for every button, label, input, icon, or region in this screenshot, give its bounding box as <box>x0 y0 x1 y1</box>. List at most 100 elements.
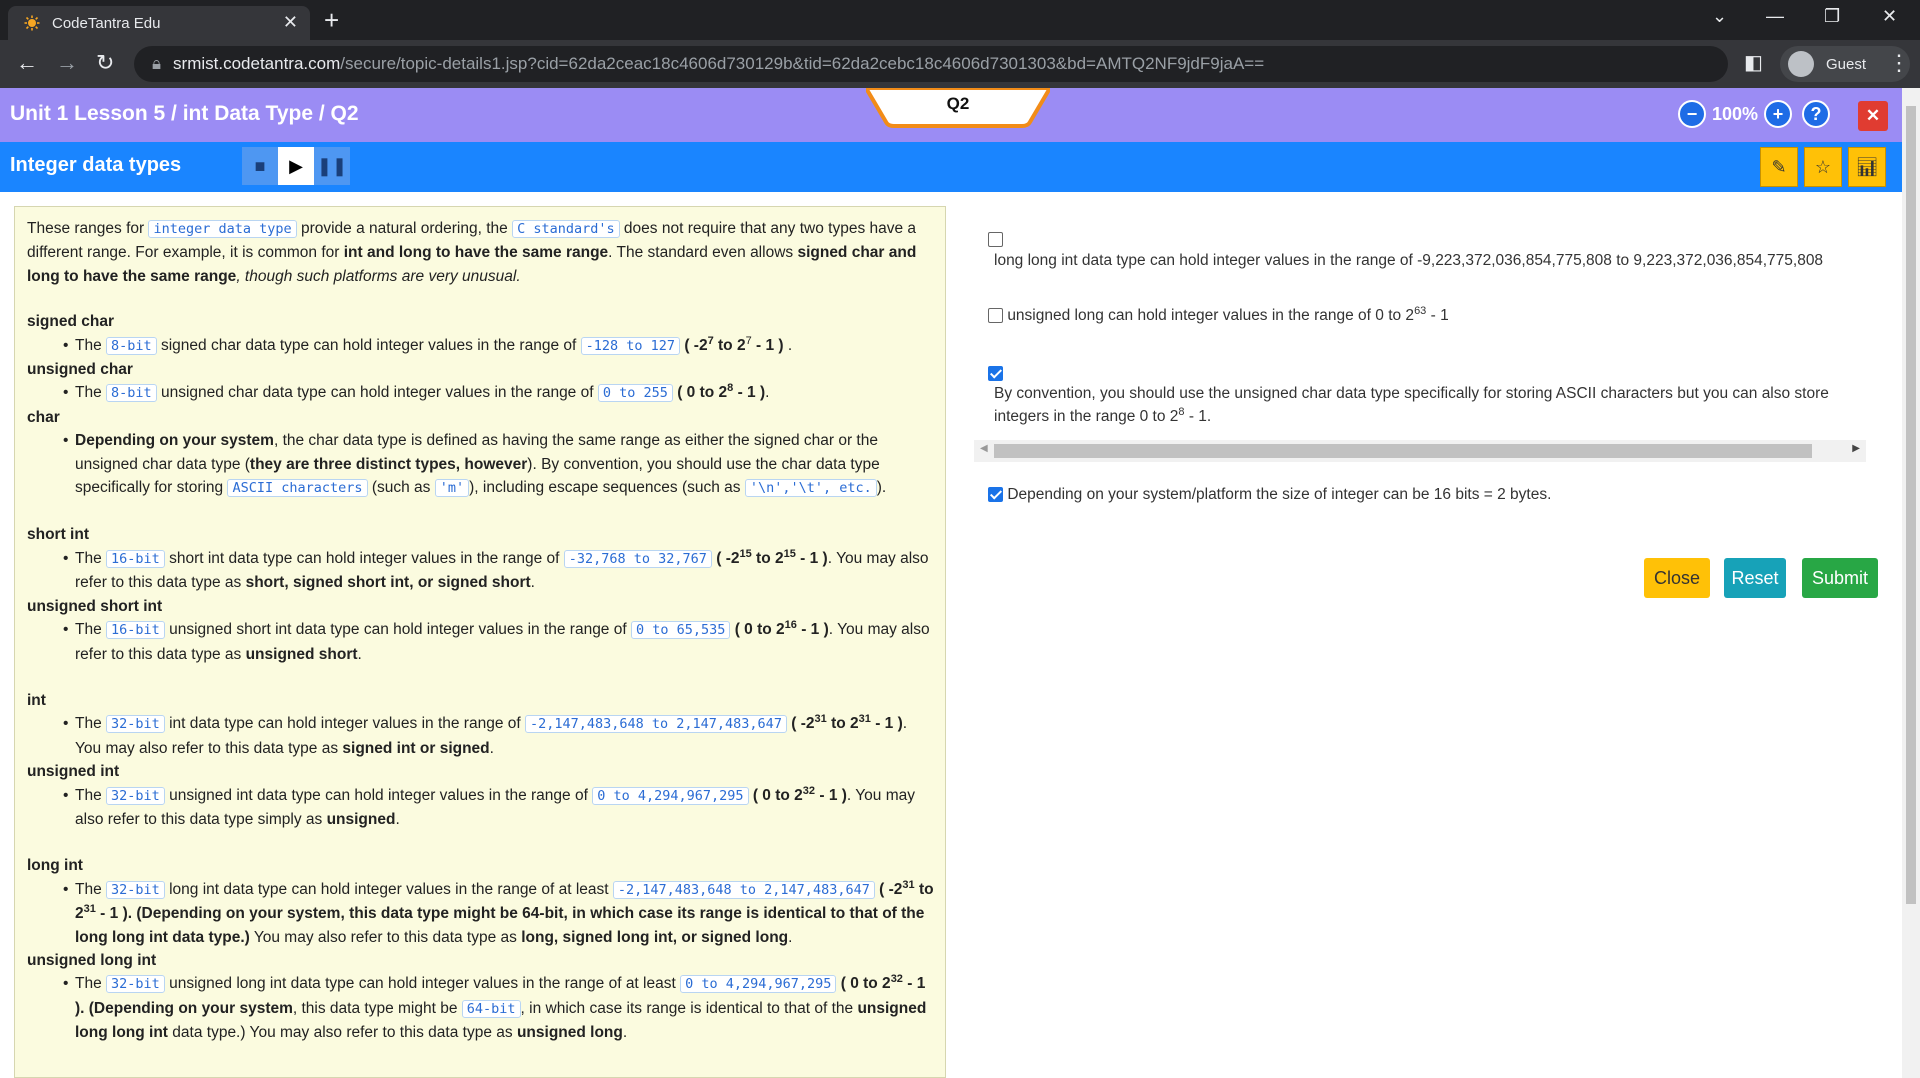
back-icon[interactable]: ← <box>16 50 38 76</box>
code-term: -2,147,483,648 to 2,147,483,647 <box>612 880 875 899</box>
code-term: 'm' <box>434 479 470 498</box>
list-item: The 32-bit long int data type can hold i… <box>63 878 935 949</box>
horizontal-scrollbar[interactable]: ◀ ▶ <box>974 440 1866 462</box>
bold-text: ( -2 <box>786 715 815 733</box>
zoom-level: 100% <box>1712 103 1759 124</box>
url-host: srmist.codetantra.com <box>173 54 341 73</box>
browser-tab[interactable]: CodeTantra Edu ✕ <box>8 6 310 40</box>
bold-text: unsigned short <box>245 645 358 663</box>
list-item: The 32-bit int data type can hold intege… <box>63 712 935 760</box>
option-2[interactable]: unsigned long can hold integer values in… <box>988 304 1888 327</box>
heading-char: char <box>27 408 60 426</box>
text: . <box>788 928 793 946</box>
bold-text: they are three distinct types, however <box>249 455 528 473</box>
side-panel-icon[interactable]: ◧ <box>1744 50 1763 75</box>
bold-text: - 1 ) <box>815 786 847 804</box>
heading-short-int: short int <box>27 526 89 544</box>
list: The 8-bit signed char data type can hold… <box>27 334 935 358</box>
vertical-scrollbar-thumb[interactable] <box>1906 106 1916 904</box>
list-item: The 16-bit short int data type can hold … <box>63 547 935 595</box>
heading-int: int <box>27 691 46 709</box>
text: . <box>489 739 494 757</box>
code-term: 8-bit <box>106 336 157 355</box>
zoom-controls: − 100% + ? <box>1678 100 1831 128</box>
checkbox-unchecked[interactable] <box>988 232 1003 248</box>
pause-icon[interactable]: ❚❚ <box>314 147 350 185</box>
text: ). <box>876 479 887 497</box>
reset-button[interactable]: Reset <box>1724 558 1786 598</box>
submit-button[interactable]: Submit <box>1802 558 1878 598</box>
browser-menu-icon[interactable]: ⋮ <box>1888 50 1910 76</box>
play-icon[interactable]: ▶ <box>278 147 314 185</box>
restore-icon[interactable]: ❐ <box>1824 6 1840 27</box>
bold-text: ( 0 to 2 <box>672 384 728 402</box>
option-4[interactable]: Depending on your system/platform the si… <box>988 483 1888 506</box>
bold-text: ( 0 to 2 <box>748 786 803 804</box>
stop-icon[interactable]: ■ <box>242 147 278 185</box>
minimize-icon[interactable]: — <box>1766 6 1784 27</box>
heading-unsigned-long-int: unsigned long int <box>27 951 157 969</box>
question-tab[interactable]: Q2 <box>866 88 1050 128</box>
forward-icon[interactable]: → <box>56 50 78 76</box>
code-term: -32,768 to 32,767 <box>563 549 712 568</box>
scroll-right-icon[interactable]: ▶ <box>1852 443 1860 454</box>
help-icon[interactable]: ? <box>1802 100 1831 128</box>
option-3-label-block: By convention, you should use the unsign… <box>994 382 1844 428</box>
new-tab-icon[interactable]: + <box>324 6 339 34</box>
list: Depending on your system, the char data … <box>27 429 935 500</box>
text: . <box>783 336 793 354</box>
list: The 32-bit unsigned int data type can ho… <box>27 784 935 832</box>
option-2-checkbox[interactable] <box>988 308 1003 324</box>
option-3-label: By convention, you should use the unsign… <box>994 385 1829 425</box>
tab-title: CodeTantra Edu <box>52 14 161 32</box>
text: . <box>357 645 362 663</box>
tab-search-icon[interactable]: ⌄ <box>1712 6 1727 27</box>
option-1-checkbox[interactable] <box>988 228 1003 251</box>
stats-chart-icon[interactable]: 📊︎ <box>1848 147 1886 187</box>
lesson-content: These ranges for integer data type provi… <box>14 206 946 1078</box>
reload-icon[interactable]: ↻ <box>96 50 114 76</box>
option-4-checkbox[interactable] <box>988 487 1003 503</box>
text: The <box>75 786 107 804</box>
checkbox-checked[interactable] <box>988 366 1003 382</box>
media-controls: ■ ▶ ❚❚ <box>242 147 350 185</box>
code-term: C standard's <box>512 220 620 238</box>
tab-close-icon[interactable]: ✕ <box>283 12 298 33</box>
superscript: 15 <box>783 547 796 560</box>
topic-header: Integer data types ■ ▶ ❚❚ ✎ ☆ 📊︎ <box>0 142 1902 192</box>
list-item: The 16-bit unsigned short int data type … <box>63 618 935 666</box>
lock-icon[interactable]: 🔒︎ <box>152 54 161 74</box>
text: The <box>75 715 107 733</box>
bold-text: short, signed short int, or signed short <box>245 574 531 592</box>
list: The 8-bit unsigned char data type can ho… <box>27 381 935 405</box>
zoom-out-icon[interactable]: − <box>1678 100 1706 128</box>
window-close-icon[interactable]: ✕ <box>1882 6 1897 27</box>
breadcrumb: Unit 1 Lesson 5 / int Data Type / Q2 <box>10 102 359 125</box>
code-term: 0 to 65,535 <box>630 621 731 640</box>
code-term: -128 to 127 <box>580 336 681 355</box>
bold-text: - 1 ) <box>751 336 784 354</box>
browser-tab-strip: CodeTantra Edu ✕ + ⌄ — ❐ ✕ <box>0 0 1920 40</box>
close-button[interactable]: Close <box>1644 558 1710 598</box>
star-icon[interactable]: ☆ <box>1804 147 1842 187</box>
profile-label: Guest <box>1826 55 1867 73</box>
list: The 16-bit unsigned short int data type … <box>27 618 935 666</box>
vertical-scrollbar[interactable] <box>1902 88 1920 1078</box>
browser-toolbar: ← → ↻ 🔒︎ srmist.codetantra.com/secure/to… <box>0 40 1920 88</box>
list: The 16-bit short int data type can hold … <box>27 547 935 595</box>
code-term: 0 to 4,294,967,295 <box>680 975 837 994</box>
scrollbar-thumb[interactable] <box>994 444 1812 458</box>
code-term: 32-bit <box>106 786 165 805</box>
bold-text: ( 0 to 2 <box>836 975 891 993</box>
address-bar[interactable]: 🔒︎ srmist.codetantra.com/secure/topic-de… <box>134 46 1728 82</box>
edit-pencil-icon[interactable]: ✎ <box>1760 147 1798 187</box>
superscript: 31 <box>814 713 827 726</box>
bold-text: - 1 ) <box>870 715 903 733</box>
heading-unsigned-int: unsigned int <box>27 763 120 781</box>
scroll-left-icon[interactable]: ◀ <box>980 443 988 454</box>
bold-text: ( -2 <box>680 336 708 354</box>
close-lesson-icon[interactable]: ✕ <box>1858 101 1888 131</box>
superscript: 31 <box>83 903 96 915</box>
code-term: 16-bit <box>106 621 165 640</box>
zoom-in-icon[interactable]: + <box>1764 100 1793 128</box>
